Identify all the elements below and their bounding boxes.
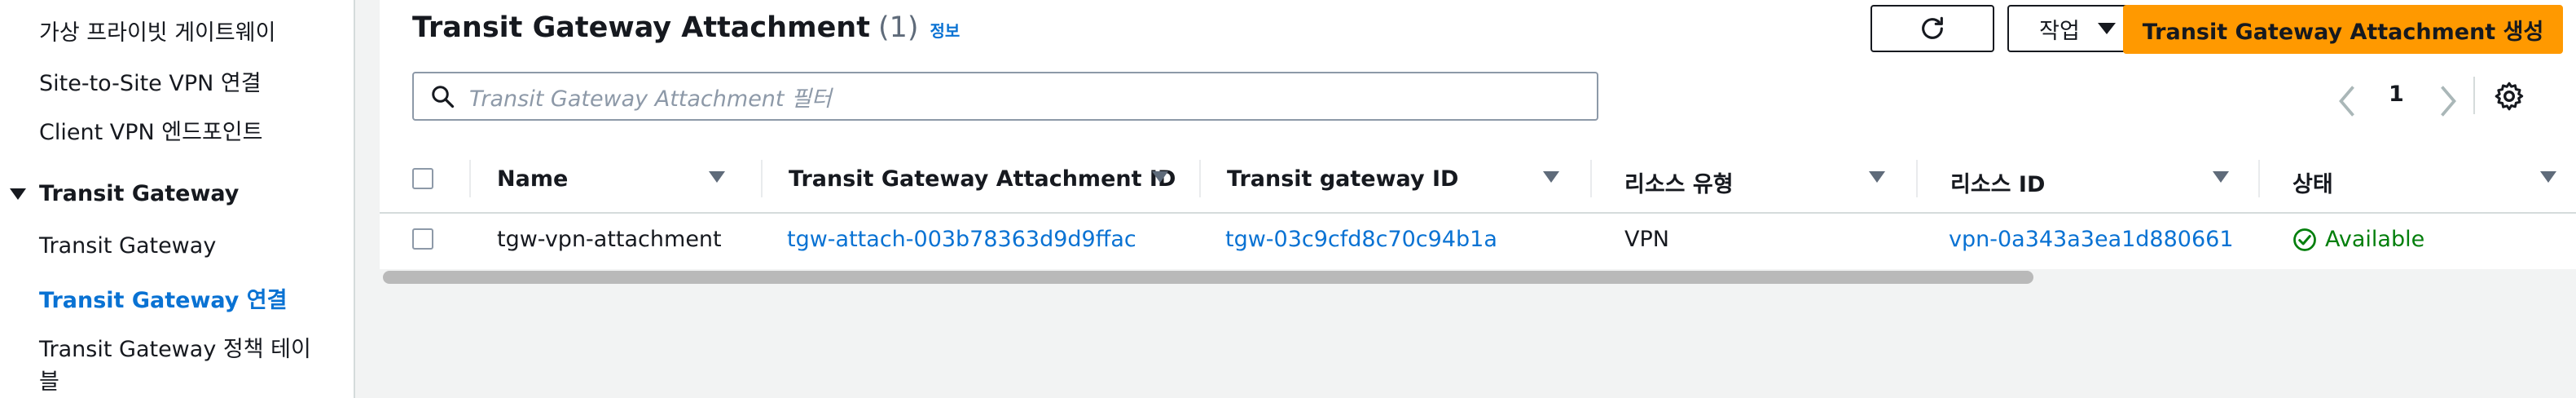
cell-name: tgw-vpn-attachment	[497, 227, 722, 252]
table-header: Name Transit Gateway Attachment ID Trans…	[380, 148, 2576, 214]
sidebar-item-transit-gateway-attachments[interactable]: Transit Gateway 연결	[39, 282, 287, 314]
pagination-divider	[2473, 77, 2475, 114]
column-header-resource-id[interactable]: 리소스 ID	[1950, 166, 2045, 198]
column-divider	[1916, 160, 1918, 197]
column-divider	[1199, 160, 1201, 197]
actions-label: 작업	[2039, 18, 2080, 44]
info-link[interactable]: 정보	[930, 18, 961, 42]
column-divider	[761, 160, 763, 197]
item-count: (1)	[877, 11, 919, 44]
column-divider	[469, 160, 471, 197]
column-header-attachment-id[interactable]: Transit Gateway Attachment ID	[789, 166, 1176, 192]
row-checkbox[interactable]	[412, 228, 433, 250]
sidebar-item-client-vpn[interactable]: Client VPN 엔드포인트	[39, 114, 262, 146]
gear-icon[interactable]	[2493, 80, 2525, 113]
sidebar-section-label: Transit Gateway	[39, 181, 240, 206]
refresh-button[interactable]	[1870, 5, 1994, 52]
sidebar-item-transit-gateway-policy-tables-wrap[interactable]: 블	[39, 364, 59, 396]
sort-icon[interactable]	[1543, 171, 1559, 183]
status-badge: Available	[2292, 227, 2424, 252]
chevron-left-icon[interactable]	[2335, 85, 2359, 117]
caret-down-icon	[10, 188, 26, 200]
search-icon	[432, 86, 455, 108]
cell-transit-gateway-id-link[interactable]: tgw-03c9cfd8c70c94b1a	[1225, 227, 1497, 252]
page-number[interactable]: 1	[2389, 82, 2404, 107]
sidebar-section-transit-gateway[interactable]: Transit Gateway	[10, 181, 239, 206]
attachments-table-container: Transit Gateway Attachment (1) 정보 작업 Tra…	[380, 0, 2576, 269]
sort-icon[interactable]	[1869, 171, 1885, 183]
create-attachment-button[interactable]: Transit Gateway Attachment 생성	[2123, 5, 2563, 54]
sidebar-nav: 가상 프라이빗 게이트웨이 Site-to-Site VPN 연결 Client…	[0, 0, 355, 398]
column-divider	[1590, 160, 1592, 197]
column-header-transit-gateway-id[interactable]: Transit gateway ID	[1227, 166, 1458, 192]
sort-icon[interactable]	[2540, 171, 2556, 183]
check-circle-icon	[2293, 228, 2316, 251]
page-title-text: Transit Gateway Attachment	[412, 11, 870, 44]
sort-icon[interactable]	[1152, 171, 1168, 183]
cell-resource-type: VPN	[1624, 227, 1669, 252]
sort-icon[interactable]	[2213, 171, 2229, 183]
sort-icon[interactable]	[709, 171, 725, 183]
scrollbar-thumb[interactable]	[383, 271, 2033, 284]
main-content: Transit Gateway Attachment (1) 정보 작업 Tra…	[380, 0, 2576, 398]
select-all-checkbox[interactable]	[412, 168, 433, 189]
chevron-right-icon[interactable]	[2436, 85, 2460, 117]
cell-resource-id-link[interactable]: vpn-0a343a3ea1d880661	[1949, 227, 2234, 252]
status-text: Available	[2325, 227, 2425, 252]
caret-down-icon	[2097, 23, 2116, 34]
search-input[interactable]: Transit Gateway Attachment 필터	[469, 81, 832, 113]
column-header-status[interactable]: 상태	[2292, 166, 2333, 198]
column-header-resource-type[interactable]: 리소스 유형	[1624, 166, 1734, 198]
sidebar-item-transit-gateway-policy-tables[interactable]: Transit Gateway 정책 테이	[39, 331, 311, 363]
horizontal-scrollbar[interactable]	[380, 269, 2576, 285]
sidebar-item-site-to-site-vpn[interactable]: Site-to-Site VPN 연결	[39, 65, 262, 97]
sidebar-item-virtual-private-gateway[interactable]: 가상 프라이빗 게이트웨이	[39, 15, 275, 46]
create-attachment-label: Transit Gateway Attachment 생성	[2142, 19, 2544, 45]
column-header-name[interactable]: Name	[497, 166, 568, 192]
table-row[interactable]: tgw-vpn-attachment tgw-attach-003b78363d…	[380, 214, 2576, 264]
cell-attachment-id-link[interactable]: tgw-attach-003b78363d9d9ffac	[787, 227, 1136, 252]
column-divider	[2258, 160, 2260, 197]
refresh-icon	[1922, 16, 1943, 39]
search-filter[interactable]: Transit Gateway Attachment 필터	[412, 72, 1598, 121]
sidebar-item-transit-gateway[interactable]: Transit Gateway	[39, 233, 216, 259]
page-title: Transit Gateway Attachment (1) 정보	[412, 11, 960, 44]
